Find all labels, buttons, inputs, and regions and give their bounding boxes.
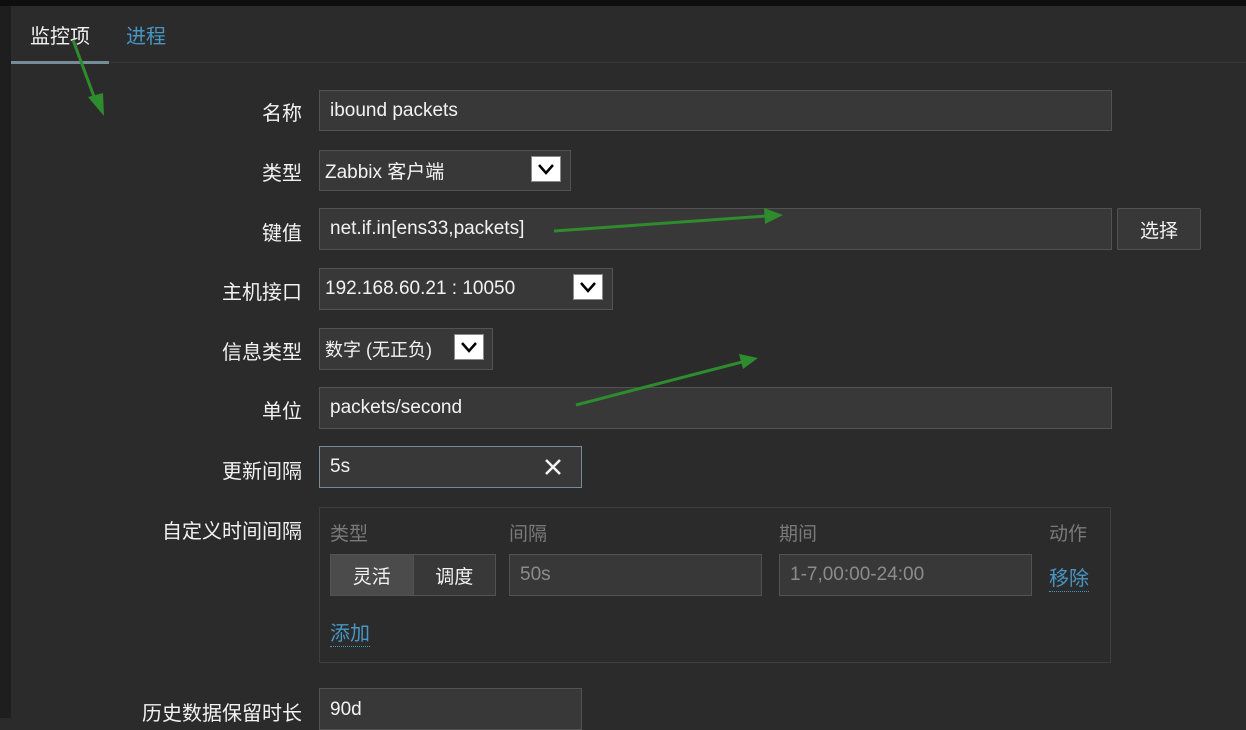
custom-intervals-label: 自定义时间间隔 [162,519,302,543]
close-icon[interactable] [543,457,563,477]
units-input[interactable]: packets/second [319,387,1112,429]
chevron-down-icon[interactable] [573,274,603,300]
select-key-button[interactable]: 选择 [1117,208,1201,250]
name-label: 名称 [262,101,302,125]
key-label: 键值 [262,221,302,245]
host-interface-label: 主机接口 [222,280,302,304]
update-interval-value: 5s [330,456,351,477]
info-type-select[interactable]: 数字 (无正负) [319,328,493,370]
host-interface-select[interactable]: 192.168.60.21 : 10050 [319,268,613,310]
type-value: Zabbix 客户端 [325,162,445,183]
col-interval-header: 间隔 [509,523,548,545]
tab-items[interactable]: 监控项 [11,6,109,64]
col-type-header: 类型 [330,523,369,545]
update-interval-label: 更新间隔 [222,459,302,483]
type-label: 类型 [262,161,302,185]
history-input[interactable]: 90d [319,688,582,730]
units-label: 单位 [262,399,302,423]
add-link[interactable]: 添加 [330,617,370,647]
remove-link[interactable]: 移除 [1049,562,1089,592]
flexible-option[interactable]: 灵活 [331,555,413,595]
chevron-down-icon[interactable] [531,156,561,182]
left-border [0,6,11,718]
name-input[interactable]: ibound packets [319,90,1112,131]
info-type-label: 信息类型 [222,340,302,364]
name-value: ibound packets [330,99,458,121]
interval-input[interactable]: 50s [509,554,762,596]
history-label: 历史数据保留时长 [142,701,302,725]
col-action-header: 动作 [1049,523,1088,545]
key-input[interactable]: net.if.in[ens33,packets] [319,208,1112,250]
interval-placeholder: 50s [520,564,551,585]
units-value: packets/second [330,397,463,418]
key-value: net.if.in[ens33,packets] [330,218,525,239]
tab-process[interactable]: 进程 [126,6,166,62]
col-period-header: 期间 [779,523,818,545]
tab-bar: 监控项 进程 [11,6,1246,64]
scheduling-option[interactable]: 调度 [412,555,495,595]
period-input[interactable]: 1-7,00:00-24:00 [779,554,1032,596]
interval-type-toggle: 灵活 调度 [330,554,496,596]
period-placeholder: 1-7,00:00-24:00 [790,564,925,585]
host-interface-value: 192.168.60.21 : 10050 [325,278,516,299]
type-select[interactable]: Zabbix 客户端 [319,150,571,191]
info-type-value: 数字 (无正负) [325,340,432,360]
chevron-down-icon[interactable] [454,334,484,360]
update-interval-input[interactable]: 5s [319,446,582,488]
